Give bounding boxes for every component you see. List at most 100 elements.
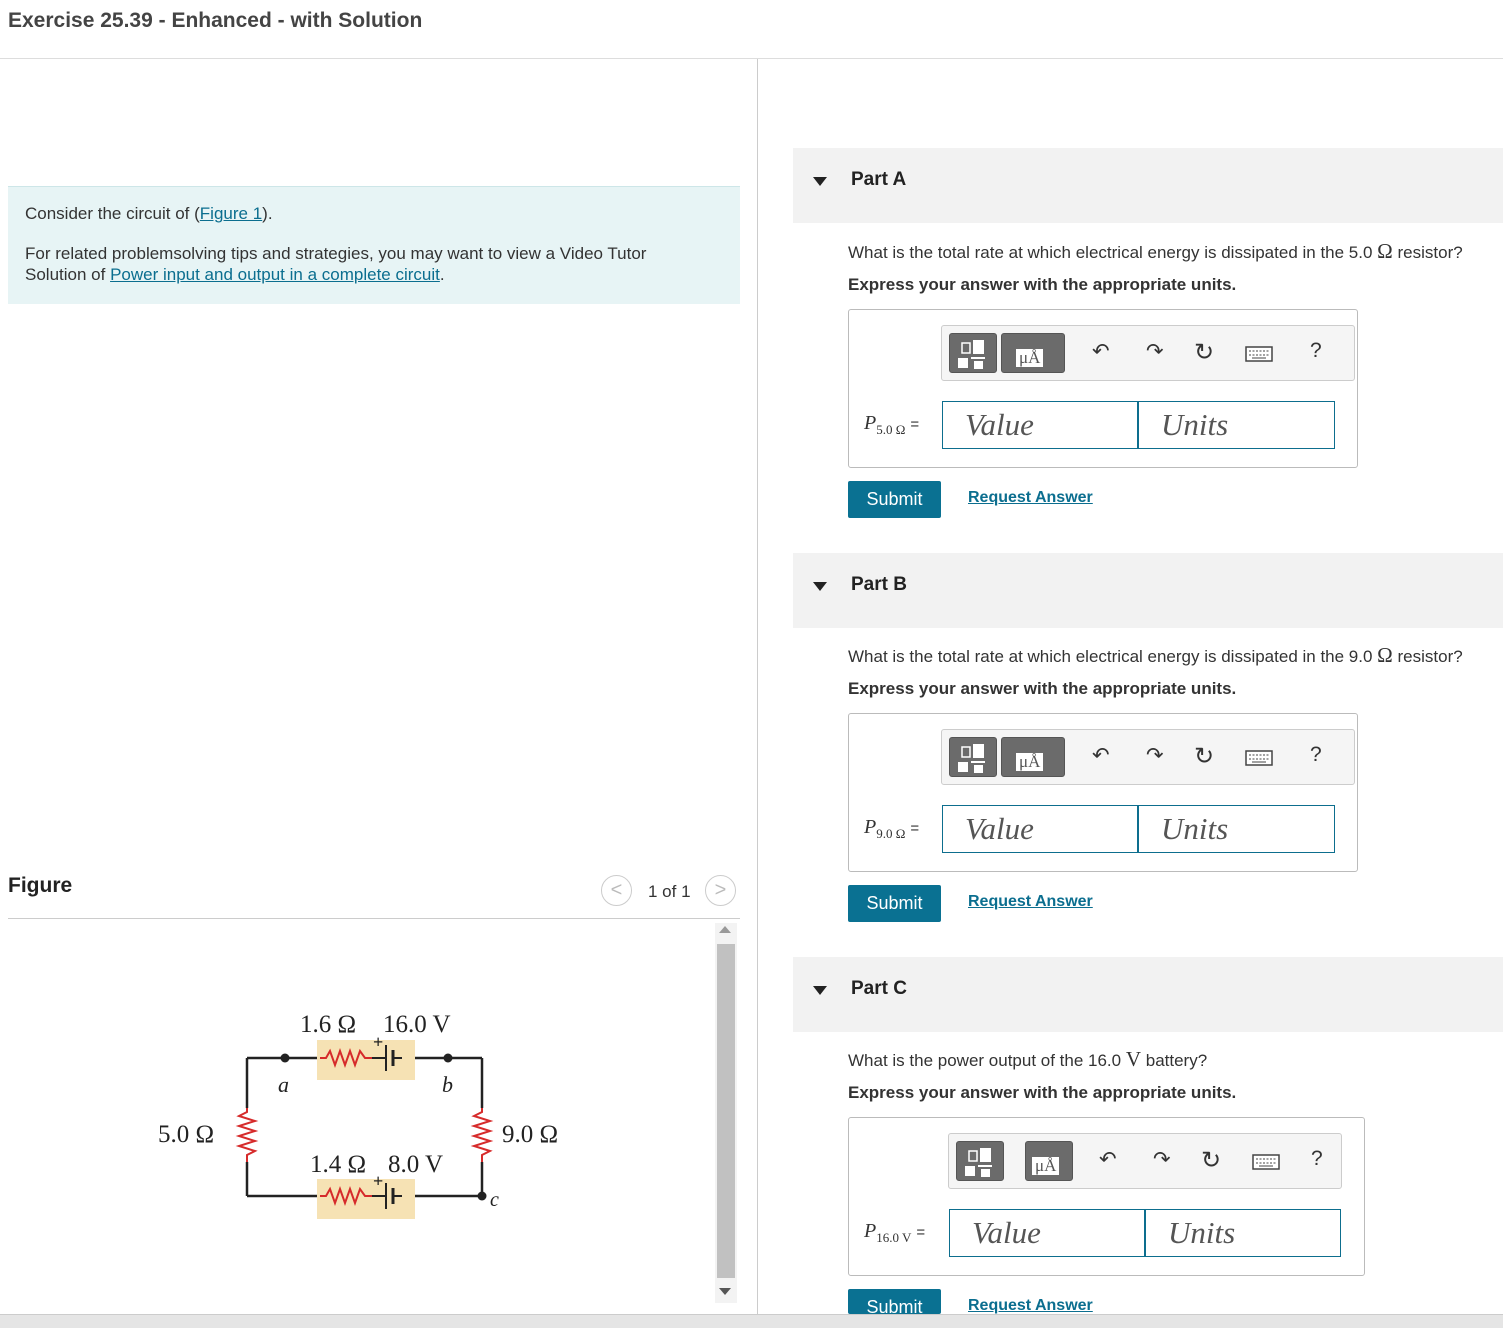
keyboard-icon[interactable]	[1245, 346, 1273, 362]
part-c-request-answer-link[interactable]: Request Answer	[968, 1297, 1093, 1315]
intro-line-1: Consider the circuit of (Figure 1).	[25, 203, 273, 224]
collapse-triangle-icon[interactable]	[813, 582, 827, 591]
part-a-header[interactable]: Part A	[793, 148, 1503, 223]
templates-button[interactable]	[949, 333, 997, 373]
reset-icon[interactable]: ↻	[1201, 1146, 1221, 1175]
units-button[interactable]: μÅ	[1001, 737, 1065, 777]
label-left-resistor: 5.0 Ω	[158, 1121, 214, 1148]
label-node-c: c	[490, 1189, 499, 1211]
part-b-header[interactable]: Part B	[793, 553, 1503, 628]
label-top-plus: +	[373, 1032, 383, 1052]
collapse-triangle-icon[interactable]	[813, 986, 827, 995]
part-a-answer-box: μÅ ↶ ↷ ↻ ? P5.0 Ω = Value Units	[848, 309, 1358, 468]
part-b-value-input[interactable]: Value	[942, 805, 1138, 853]
figure-pager-count: 1 of 1	[648, 882, 691, 901]
keyboard-icon[interactable]	[1245, 750, 1273, 766]
circuit-diagram: 1.6 Ω 16.0 V 1.4 Ω 8.0 V 5.0 Ω 9.0 Ω a b…	[158, 1011, 558, 1219]
help-icon[interactable]: ?	[1310, 743, 1322, 767]
part-c-header[interactable]: Part C	[793, 957, 1503, 1032]
intro-text: Solution of	[25, 265, 111, 284]
variable: P	[864, 816, 877, 838]
redo-icon[interactable]: ↷	[1146, 339, 1164, 364]
part-c-units-input[interactable]: Units	[1145, 1209, 1341, 1257]
figure-scrollbar-thumb[interactable]	[717, 944, 735, 1278]
reset-icon[interactable]: ↻	[1194, 742, 1214, 771]
part-b-instruction: Express your answer with the appropriate…	[848, 679, 1237, 698]
label-bottom-plus: +	[373, 1171, 383, 1191]
units-button-label: μÅ	[1032, 1157, 1060, 1175]
intro-line-2: For related problemsolving tips and stra…	[25, 244, 647, 263]
scroll-up-arrow-icon[interactable]	[719, 926, 731, 933]
figure-prev-button[interactable]: <	[601, 875, 632, 906]
part-c-instruction: Express your answer with the appropriate…	[848, 1083, 1237, 1102]
question-unit: Ω	[1377, 643, 1393, 667]
keyboard-icon[interactable]	[1252, 1154, 1280, 1170]
label-top-battery: 16.0 V	[383, 1011, 451, 1038]
collapse-triangle-icon[interactable]	[813, 177, 827, 186]
part-b-submit-button[interactable]: Submit	[848, 885, 941, 922]
templates-icon	[958, 340, 985, 369]
undo-icon[interactable]: ↶	[1092, 339, 1110, 364]
units-button-label: μÅ	[1016, 349, 1044, 367]
templates-button[interactable]	[949, 737, 997, 777]
part-c-answer-box: μÅ ↶ ↷ ↻ ? P16.0 V = Value Units	[848, 1117, 1365, 1276]
question-text: What is the total rate at which electric…	[848, 647, 1378, 666]
part-a-value-input[interactable]: Value	[942, 401, 1138, 449]
part-b-units-input[interactable]: Units	[1138, 805, 1335, 853]
question-text: What is the power output of the 16.0	[848, 1051, 1126, 1070]
scroll-down-arrow-icon[interactable]	[719, 1288, 731, 1295]
help-icon[interactable]: ?	[1310, 339, 1322, 363]
label-bottom-resistor: 1.4 Ω	[310, 1151, 366, 1178]
intro-text: ).	[262, 204, 273, 223]
part-c-question: What is the power output of the 16.0 V b…	[848, 1047, 1207, 1072]
intro-line-3: Solution of Power input and output in a …	[25, 264, 445, 285]
templates-icon	[965, 1148, 992, 1177]
figure-link[interactable]: Figure 1	[200, 204, 262, 223]
templates-button[interactable]	[956, 1141, 1004, 1181]
undo-icon[interactable]: ↶	[1092, 743, 1110, 768]
part-c-value-input[interactable]: Value	[949, 1209, 1145, 1257]
part-a-units-input[interactable]: Units	[1138, 401, 1335, 449]
part-a-request-answer-link[interactable]: Request Answer	[968, 489, 1093, 507]
equals-sign: =	[910, 820, 920, 837]
math-toolbar: μÅ ↶ ↷ ↻ ?	[941, 729, 1355, 785]
part-c-title: Part C	[851, 978, 907, 999]
units-button[interactable]: μÅ	[1025, 1141, 1073, 1181]
part-b-request-answer-link[interactable]: Request Answer	[968, 893, 1093, 911]
node-b-dot	[443, 1053, 453, 1063]
part-a-question: What is the total rate at which electric…	[848, 239, 1463, 264]
help-icon[interactable]: ?	[1311, 1147, 1323, 1171]
part-a-title: Part A	[851, 169, 907, 190]
undo-icon[interactable]: ↶	[1099, 1147, 1117, 1172]
part-c-variable-label: P16.0 V =	[864, 1220, 925, 1246]
figure-divider	[8, 918, 740, 919]
variable: P	[864, 412, 877, 434]
figure-next-button[interactable]: >	[705, 875, 736, 906]
part-a-submit-button[interactable]: Submit	[848, 481, 941, 518]
variable-subscript: 9.0 Ω	[876, 826, 906, 841]
math-toolbar: μÅ ↶ ↷ ↻ ?	[941, 325, 1355, 381]
top-battery-box	[317, 1040, 415, 1080]
header-divider	[0, 58, 1503, 59]
page-title: Exercise 25.39 - Enhanced - with Solutio…	[8, 9, 423, 32]
redo-icon[interactable]: ↷	[1146, 743, 1164, 768]
intro-panel: Consider the circuit of (Figure 1). For …	[8, 186, 740, 304]
part-b-answer-box: μÅ ↶ ↷ ↻ ? P9.0 Ω = Value Units	[848, 713, 1358, 872]
units-button[interactable]: μÅ	[1001, 333, 1065, 373]
node-a-dot	[280, 1053, 290, 1063]
bottom-battery-box	[317, 1179, 415, 1219]
part-b-title: Part B	[851, 574, 907, 595]
part-a-variable-label: P5.0 Ω =	[864, 412, 919, 438]
figure-label: Figure	[8, 874, 73, 897]
part-c-submit-button[interactable]: Submit	[848, 1289, 941, 1314]
reset-icon[interactable]: ↻	[1194, 338, 1214, 367]
label-right-resistor: 9.0 Ω	[502, 1121, 558, 1148]
video-tutor-link[interactable]: Power input and output in a complete cir…	[110, 265, 440, 284]
question-unit: V	[1125, 1047, 1142, 1071]
redo-icon[interactable]: ↷	[1153, 1147, 1171, 1172]
part-a-instruction: Express your answer with the appropriate…	[848, 275, 1237, 294]
bottom-bar	[0, 1314, 1503, 1328]
equals-sign: =	[916, 1224, 926, 1241]
intro-text: .	[439, 265, 445, 284]
label-node-a: a	[278, 1072, 289, 1097]
